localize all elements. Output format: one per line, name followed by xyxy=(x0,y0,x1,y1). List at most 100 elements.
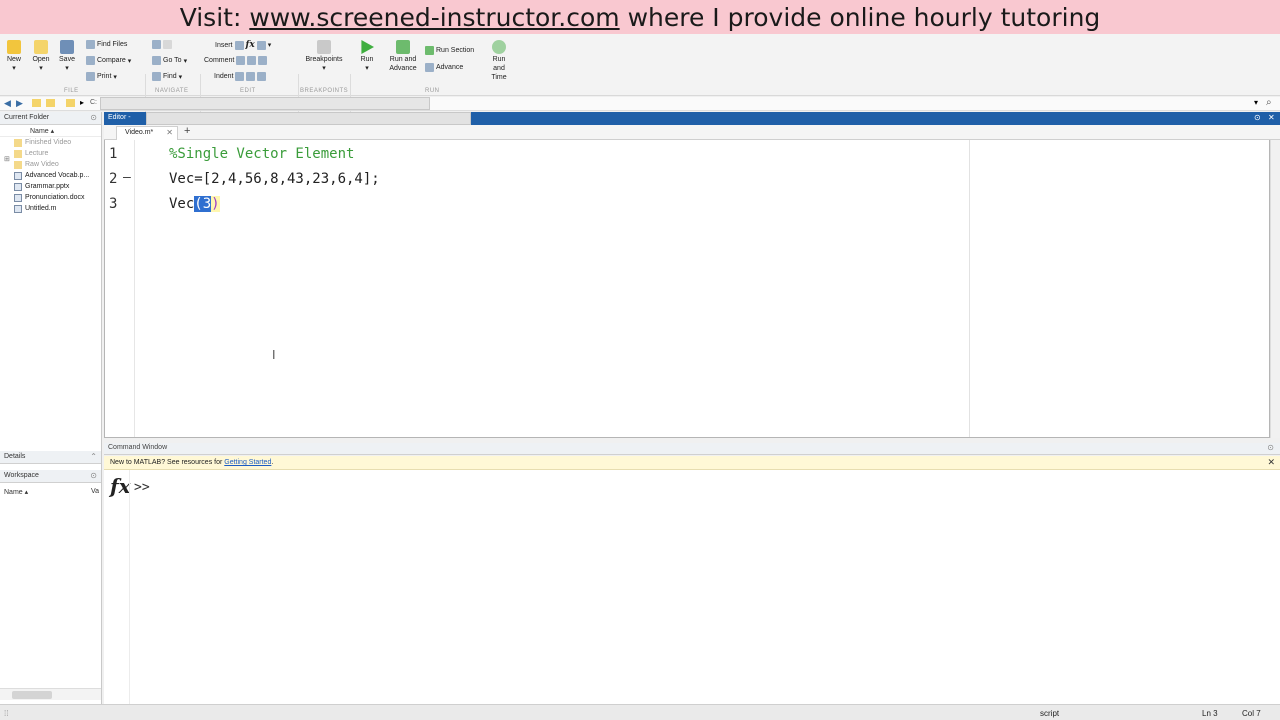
navigate-back-button[interactable] xyxy=(152,40,172,49)
banner-link[interactable]: www.screened-instructor.com xyxy=(249,3,619,32)
list-item[interactable]: Grammar.pptx xyxy=(0,181,101,192)
status-bar: ⁞⁞ script Ln 3 Col 7 xyxy=(0,704,1280,720)
run-button[interactable]: Run ▾ xyxy=(356,40,378,73)
find-files-button[interactable]: Find Files xyxy=(86,40,127,49)
list-item[interactable]: Finished Video xyxy=(0,137,101,148)
left-panel: Current Folder ⊙ Name ▴ ⊞ Finished Video… xyxy=(0,112,102,704)
folder-icon xyxy=(14,160,22,169)
arrows-icon xyxy=(152,40,161,49)
find-button[interactable]: Find ▾ xyxy=(152,72,182,81)
folder-icon xyxy=(14,149,22,158)
code-line[interactable]: %Single Vector Element xyxy=(169,146,354,162)
list-item[interactable]: Untitled.m xyxy=(0,203,101,214)
address-dropdown-icon[interactable]: ▾ xyxy=(1254,98,1258,107)
resize-grip-icon: ⁞⁞ xyxy=(4,709,9,718)
go-to-icon xyxy=(152,56,161,65)
close-tab-icon[interactable]: ✕ xyxy=(166,128,173,137)
back-icon[interactable]: ◀ xyxy=(4,98,11,109)
editor-close-icon[interactable]: ✕ xyxy=(1268,113,1275,122)
find-icon xyxy=(152,72,161,81)
list-item[interactable]: Pronunciation.docx xyxy=(0,192,101,203)
right-margin-line xyxy=(969,140,970,437)
status-line: Ln 3 xyxy=(1202,709,1218,718)
group-breakpoints-label: BREAKPOINTS xyxy=(300,88,349,94)
address-field[interactable] xyxy=(100,97,430,110)
document-icon xyxy=(14,193,22,202)
text-cursor-icon: Ι xyxy=(272,348,276,362)
line-number: 3 xyxy=(109,196,118,212)
details-header[interactable]: Details ⌃ xyxy=(0,451,101,464)
save-button[interactable]: Save ▾ xyxy=(57,40,77,73)
banner-suffix: where I provide online hourly tutoring xyxy=(627,2,1101,32)
compare-button[interactable]: Compare ▾ xyxy=(86,56,131,65)
breakpoints-button[interactable]: Breakpoints ▾ xyxy=(303,40,345,73)
editor-title: Editor - xyxy=(108,114,131,121)
command-gutter xyxy=(104,470,130,704)
code-editor[interactable]: 1 2 – 3 %Single Vector Element Vec=[2,4,… xyxy=(104,140,1270,438)
arrows-disabled-icon xyxy=(163,40,172,49)
line-number: 1 xyxy=(109,146,118,162)
list-item[interactable]: Raw Video xyxy=(0,159,101,170)
insert-button[interactable]: Insert fx ▾ xyxy=(215,40,271,50)
insert-icon xyxy=(234,40,244,50)
current-folder-header: Current Folder ⊙ xyxy=(0,112,101,125)
expand-icon[interactable]: ⊞ xyxy=(4,155,10,163)
format-icon xyxy=(256,40,266,50)
code-line[interactable]: Vec(3) xyxy=(169,196,220,212)
open-button[interactable]: Open ▾ xyxy=(30,40,52,73)
workspace-name-column[interactable]: Name ▴ xyxy=(4,488,28,496)
print-button[interactable]: Print ▾ xyxy=(86,72,117,81)
path-crumb[interactable]: C: xyxy=(90,99,97,106)
breakpoint-marker[interactable]: – xyxy=(123,170,131,185)
getting-started-link[interactable]: Getting Started xyxy=(224,459,271,466)
toolstrip: New ▾ Open ▾ Save ▾ Find Files Compare ▾ Pr… xyxy=(0,34,1280,126)
go-to-button[interactable]: Go To ▾ xyxy=(152,56,187,65)
fx-icon: fx xyxy=(245,40,255,50)
run-and-advance-button[interactable]: Run and Advance xyxy=(386,40,420,73)
code-line[interactable]: Vec=[2,4,56,8,43,23,6,4]; xyxy=(169,171,380,187)
tab-video-m[interactable]: Video.m* ✕ xyxy=(116,126,178,140)
panel-menu-icon[interactable]: ⊙ xyxy=(90,113,97,122)
run-section-button[interactable]: Run Section xyxy=(425,46,474,55)
compare-icon xyxy=(86,56,95,65)
command-window[interactable]: fx >> xyxy=(104,470,1280,704)
run-and-time-button[interactable]: Run and Time xyxy=(482,40,516,82)
search-icon[interactable]: ⌕ xyxy=(1266,97,1272,108)
indent-button[interactable]: Indent xyxy=(214,72,267,81)
list-item[interactable]: Advanced Vocab.p... xyxy=(0,170,101,181)
up-folder-icon[interactable] xyxy=(32,99,41,107)
getting-started-notice: New to MATLAB? See resources for Getting… xyxy=(104,456,1280,470)
stopwatch-icon xyxy=(492,40,506,54)
comment-icon xyxy=(236,56,246,65)
editor-menu-icon[interactable]: ⊙ xyxy=(1254,113,1261,122)
editor-scrollbar[interactable] xyxy=(1270,140,1280,438)
run-section-icon xyxy=(425,46,434,55)
scroll-thumb[interactable] xyxy=(12,691,52,699)
panel-menu-icon[interactable]: ⊙ xyxy=(1267,443,1274,452)
horizontal-scrollbar[interactable] xyxy=(0,688,101,700)
breakpoints-icon xyxy=(317,40,331,54)
folder-icon xyxy=(34,40,48,54)
list-item[interactable]: Lecture xyxy=(0,148,101,159)
selected-text: (3 xyxy=(194,196,212,212)
name-column-header[interactable]: Name ▴ xyxy=(0,125,101,137)
document-icon xyxy=(14,171,22,180)
browse-icon[interactable] xyxy=(46,99,55,107)
panel-menu-icon[interactable]: ⊙ xyxy=(90,471,97,480)
run-advance-icon xyxy=(396,40,410,54)
close-notice-icon[interactable]: ✕ xyxy=(1267,457,1275,468)
folder-icon xyxy=(66,99,75,107)
workspace-header: Workspace ⊙ xyxy=(0,470,101,483)
workspace-value-column[interactable]: Va xyxy=(91,488,99,495)
comment-button[interactable]: Comment xyxy=(204,56,268,65)
advance-button[interactable]: Advance xyxy=(425,63,463,72)
find-files-icon xyxy=(86,40,95,49)
new-tab-icon[interactable]: + xyxy=(184,125,190,137)
m-file-icon xyxy=(14,204,22,213)
command-window-header: Command Window ⊙ xyxy=(104,443,1280,455)
collapse-icon[interactable]: ⌃ xyxy=(90,452,97,461)
new-button[interactable]: New ▾ xyxy=(4,40,24,73)
wrap-icon xyxy=(258,56,268,65)
forward-icon[interactable]: ▶ xyxy=(16,98,23,109)
editor-tabs: Video.m* ✕ + xyxy=(104,125,1280,140)
